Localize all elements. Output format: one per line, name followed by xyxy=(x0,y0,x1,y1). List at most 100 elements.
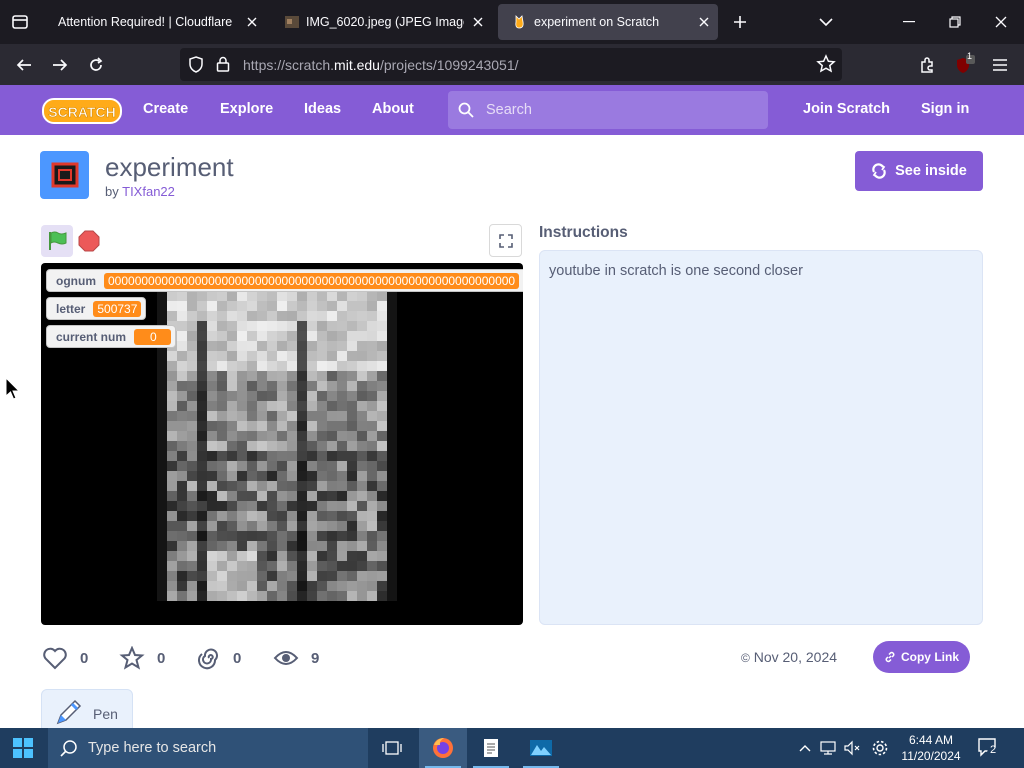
stage-pixel xyxy=(317,581,327,591)
restore-button[interactable] xyxy=(932,0,978,44)
love-stat[interactable]: 0 xyxy=(42,645,88,671)
url-text[interactable]: https://scratch.mit.edu/projects/1099243… xyxy=(243,57,519,73)
sign-in-link[interactable]: Sign in xyxy=(921,101,969,117)
close-tab-icon[interactable] xyxy=(464,17,492,27)
stage-pixel xyxy=(207,331,217,341)
stage-pixel xyxy=(337,491,347,501)
stage-pixel xyxy=(357,511,367,521)
stage-pixel xyxy=(387,561,397,571)
stage-pixel xyxy=(327,371,337,381)
stage-pixel xyxy=(317,401,327,411)
reload-button[interactable] xyxy=(81,50,111,80)
taskbar-clock[interactable]: 6:44 AM 11/20/2024 xyxy=(896,732,966,764)
scratch-logo[interactable]: SCRATCH xyxy=(42,96,122,125)
stage-pixel xyxy=(267,531,277,541)
copy-link-label: Copy Link xyxy=(900,650,959,664)
app-menu-button[interactable] xyxy=(985,50,1015,80)
stop-sign-icon[interactable] xyxy=(78,230,100,252)
close-tab-icon[interactable] xyxy=(238,17,266,27)
stage-pixel xyxy=(247,391,257,401)
taskbar-notepad[interactable] xyxy=(467,728,515,768)
browser-tab[interactable]: Attention Required! | Cloudflare xyxy=(44,4,266,40)
nav-create[interactable]: Create xyxy=(143,101,188,117)
stage-pixel xyxy=(377,491,387,501)
settings-tray-icon[interactable] xyxy=(870,738,890,758)
browser-tab[interactable]: IMG_6020.jpeg (JPEG Image, 45 xyxy=(270,4,492,40)
notification-center-button[interactable]: 2 xyxy=(976,736,1000,765)
stage-pixel xyxy=(197,481,207,491)
shield-icon[interactable] xyxy=(188,56,204,73)
lock-icon[interactable] xyxy=(216,56,230,72)
join-scratch-link[interactable]: Join Scratch xyxy=(803,101,890,117)
stage-pixel xyxy=(167,391,177,401)
browser-tab-active[interactable]: experiment on Scratch xyxy=(498,4,718,40)
stage-pixel xyxy=(247,491,257,501)
list-all-tabs-button[interactable] xyxy=(812,8,840,36)
stage-pixel xyxy=(207,411,217,421)
favorite-stat[interactable]: 0 xyxy=(119,645,165,671)
stage-pixel xyxy=(307,331,317,341)
stage-pixel xyxy=(297,291,307,301)
stage-pixel xyxy=(207,541,217,551)
nav-ideas[interactable]: Ideas xyxy=(304,101,341,117)
stage-pixel xyxy=(277,291,287,301)
stage-pixel xyxy=(237,361,247,371)
stage-pixel xyxy=(387,301,397,311)
show-hidden-icons-button[interactable] xyxy=(795,738,815,758)
stage-pixel xyxy=(387,341,397,351)
stage-pixel xyxy=(327,461,337,471)
variable-monitor-letter[interactable]: letter 500737 xyxy=(46,297,147,320)
new-tab-button[interactable] xyxy=(726,8,754,36)
network-tray-icon[interactable] xyxy=(818,738,838,758)
url-bar[interactable]: https://scratch.mit.edu/projects/1099243… xyxy=(180,48,842,81)
close-tab-icon[interactable] xyxy=(690,17,718,27)
start-button[interactable] xyxy=(0,728,46,768)
stage-pixel xyxy=(297,311,307,321)
firefox-view-button[interactable] xyxy=(0,0,40,44)
stage-pixel xyxy=(167,491,177,501)
stage-pixel xyxy=(237,411,247,421)
see-inside-button[interactable]: See inside xyxy=(855,151,983,191)
author-link[interactable]: TIXfan22 xyxy=(122,184,175,199)
stage-pixel xyxy=(387,361,397,371)
stage-pixel xyxy=(287,391,297,401)
task-view-button[interactable] xyxy=(368,728,416,768)
bookmark-star-icon[interactable] xyxy=(816,54,836,74)
close-window-button[interactable] xyxy=(978,0,1024,44)
nav-explore[interactable]: Explore xyxy=(220,101,273,117)
back-button[interactable] xyxy=(9,50,39,80)
stage-pixel xyxy=(387,421,397,431)
taskbar-photos[interactable] xyxy=(517,728,565,768)
stage-pixel xyxy=(257,301,267,311)
taskbar-firefox[interactable] xyxy=(419,728,467,768)
stage-pixel xyxy=(367,551,377,561)
taskbar-search-box[interactable]: Type here to search xyxy=(48,728,368,768)
copy-link-button[interactable]: Copy Link xyxy=(873,641,970,673)
stage-pixel xyxy=(367,291,377,301)
fullscreen-button[interactable] xyxy=(489,224,522,257)
extensions-button[interactable] xyxy=(913,50,943,80)
stage-pixel xyxy=(277,501,287,511)
project-stage[interactable]: ognum 0000000000000000000000000000000000… xyxy=(41,263,523,625)
monitor-value: 0 xyxy=(134,328,171,345)
stage-pixel xyxy=(187,361,197,371)
variable-monitor-ognum[interactable]: ognum 0000000000000000000000000000000000… xyxy=(46,269,523,292)
stage-pixel xyxy=(387,291,397,301)
ublock-extension-button[interactable]: 1 xyxy=(949,50,979,80)
nav-about[interactable]: About xyxy=(372,101,414,117)
stage-pixel xyxy=(287,441,297,451)
volume-tray-icon[interactable] xyxy=(842,738,862,758)
forward-button[interactable] xyxy=(45,50,75,80)
stage-pixel xyxy=(167,471,177,481)
stage-pixel xyxy=(207,531,217,541)
green-flag-button[interactable] xyxy=(41,225,73,257)
gear-icon xyxy=(872,740,888,756)
stage-pixel xyxy=(297,581,307,591)
stage-pixel xyxy=(167,581,177,591)
search-input[interactable] xyxy=(486,99,756,121)
minimize-button[interactable] xyxy=(886,0,932,44)
stage-pixel xyxy=(247,411,257,421)
stage-pixel xyxy=(167,301,177,311)
variable-monitor-current-num[interactable]: current num 0 xyxy=(46,325,176,348)
stage-pixel xyxy=(177,481,187,491)
